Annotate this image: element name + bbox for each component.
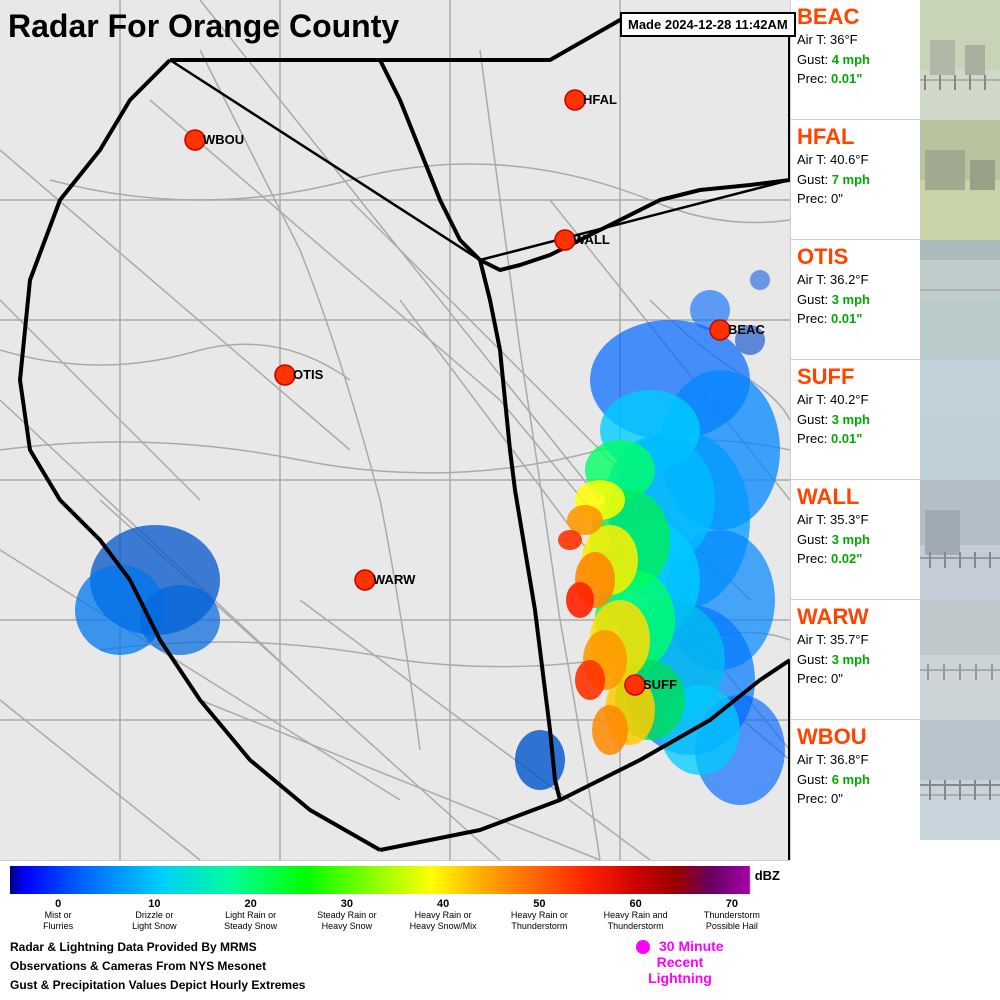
station-name-wall: WALL [797,484,914,510]
legend-labels: 0 Mist or Flurries 10 Drizzle or Light S… [10,898,780,932]
station-name-hfal: HFAL [797,124,914,150]
station-label-otis: OTIS [293,367,324,382]
legend-item-30: 30 Steady Rain or Heavy Snow [299,898,395,932]
station-label-hfal: HFAL [583,92,617,107]
legend-item-20: 20 Light Rain or Steady Snow [203,898,299,932]
legend-item-40: 40 Heavy Rain or Heavy Snow/Mix [395,898,491,932]
station-data-beac: Air T: 36°F Gust: 4 mph Prec: 0.01" [797,30,914,89]
page-title: Radar For Orange County [8,8,399,45]
footer-left: Radar & Lightning Data Provided By MRMS … [10,938,580,996]
station-data-suff: Air T: 40.2°F Gust: 3 mph Prec: 0.01" [797,390,914,449]
station-card-wbou[interactable]: WBOU Air T: 36.8°F Gust: 6 mph Prec: 0" [791,720,1000,840]
lightning-label: 30 MinuteRecentLightning [648,938,723,987]
legend-item-0: 0 Mist or Flurries [10,898,106,932]
sidebar: BEAC Air T: 36°F Gust: 4 mph Prec: 0.01" [790,0,1000,860]
station-dot-hfal[interactable] [565,90,585,110]
station-name-beac: BEAC [797,4,914,30]
colorbar-container: dBZ [10,866,780,894]
legend-area: dBZ 0 Mist or Flurries 10 Drizzle or Lig… [0,860,790,1000]
station-dot-warw[interactable] [355,570,375,590]
station-dot-beac[interactable] [710,320,730,340]
station-thumb-warw [920,600,1000,720]
station-label-suff: SUFF [643,677,677,692]
map-svg: HFAL WBOU WALL BEAC OTIS WARW SUFF [0,0,790,860]
station-name-otis: OTIS [797,244,914,270]
footer-right: 30 MinuteRecentLightning [580,938,780,996]
dbz-label: dBZ [755,868,780,883]
station-data-warw: Air T: 35.7°F Gust: 3 mph Prec: 0" [797,630,914,689]
station-card-warw[interactable]: WARW Air T: 35.7°F Gust: 3 mph Prec: 0" [791,600,1000,720]
station-data-wbou: Air T: 36.8°F Gust: 6 mph Prec: 0" [797,750,914,809]
station-data-otis: Air T: 36.2°F Gust: 3 mph Prec: 0.01" [797,270,914,329]
station-data-wall: Air T: 35.3°F Gust: 3 mph Prec: 0.02" [797,510,914,569]
legend-item-10: 10 Drizzle or Light Snow [106,898,202,932]
station-name-suff: SUFF [797,364,914,390]
station-name-wbou: WBOU [797,724,914,750]
legend-item-70: 70 Thunderstorm Possible Hail [684,898,780,932]
station-thumb-wall [920,480,1000,600]
timestamp-badge: Made 2024-12-28 11:42AM [620,12,796,37]
station-label-beac: BEAC [728,322,765,337]
station-thumb-suff [920,360,1000,480]
station-card-otis[interactable]: OTIS Air T: 36.2°F Gust: 3 mph Prec: 0.0… [791,240,1000,360]
station-card-suff[interactable]: SUFF Air T: 40.2°F Gust: 3 mph Prec: 0.0… [791,360,1000,480]
footer-info: Radar & Lightning Data Provided By MRMS … [10,938,780,996]
station-label-wbou: WBOU [203,132,244,147]
station-dot-wall[interactable] [555,230,575,250]
station-dot-wbou[interactable] [185,130,205,150]
station-name-warw: WARW [797,604,914,630]
lightning-dot [636,940,650,954]
station-thumb-hfal [920,120,1000,240]
station-thumb-wbou [920,720,1000,840]
station-card-beac[interactable]: BEAC Air T: 36°F Gust: 4 mph Prec: 0.01" [791,0,1000,120]
legend-item-60: 60 Heavy Rain and Thunderstorm [588,898,684,932]
map-area: HFAL WBOU WALL BEAC OTIS WARW SUFF [0,0,790,860]
station-data-hfal: Air T: 40.6°F Gust: 7 mph Prec: 0" [797,150,914,209]
station-label-wall: WALL [573,232,610,247]
station-thumb-beac [920,0,1000,120]
station-card-wall[interactable]: WALL Air T: 35.3°F Gust: 3 mph Prec: 0.0… [791,480,1000,600]
station-dot-otis[interactable] [275,365,295,385]
main-container: Radar For Orange County Made 2024-12-28 … [0,0,1000,1000]
legend-item-50: 50 Heavy Rain or Thunderstorm [491,898,587,932]
station-thumb-otis [920,240,1000,360]
station-dot-suff[interactable] [625,675,645,695]
station-card-hfal[interactable]: HFAL Air T: 40.6°F Gust: 7 mph Prec: 0" [791,120,1000,240]
station-label-warw: WARW [373,572,416,587]
